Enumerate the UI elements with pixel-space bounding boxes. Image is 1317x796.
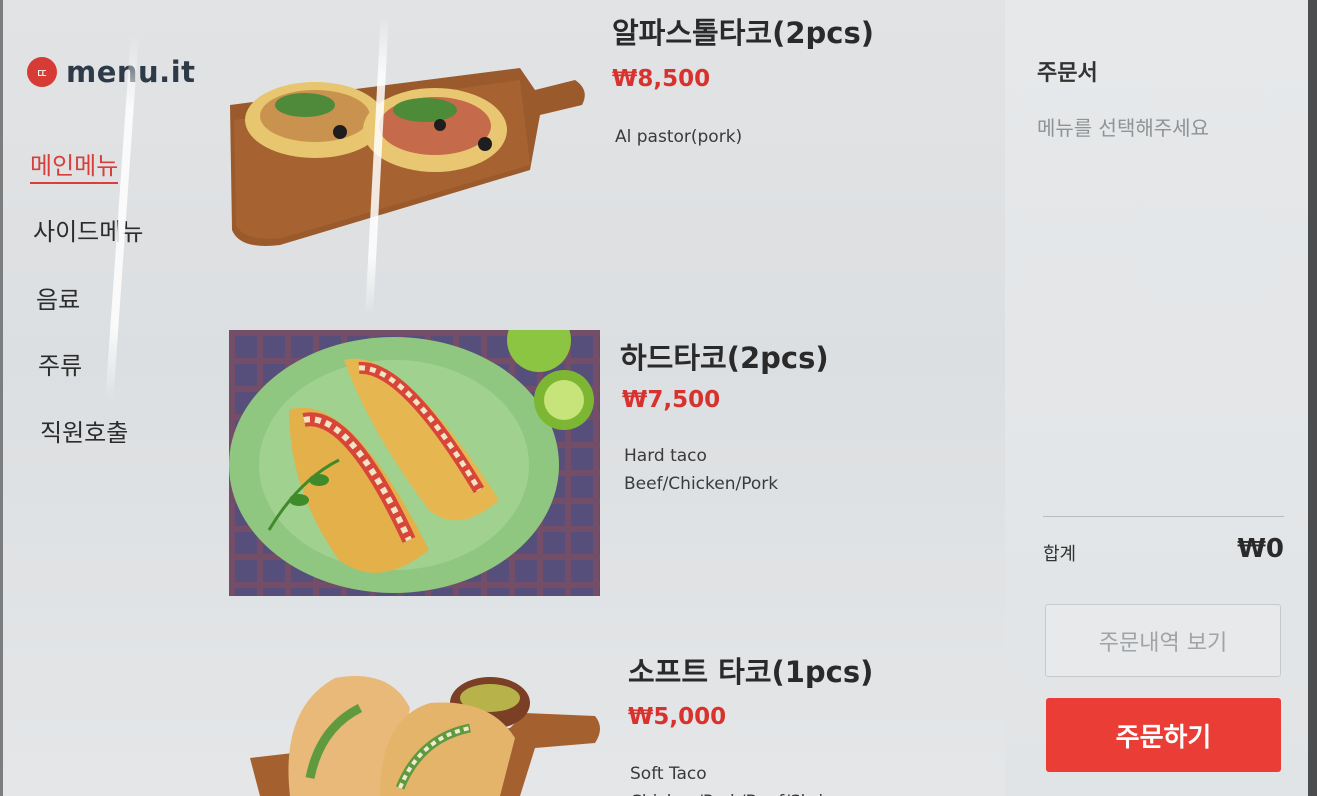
screen-bezel-right [1308, 0, 1317, 796]
order-divider [1043, 516, 1284, 517]
item-name: 소프트 타코(1pcs) [628, 655, 874, 689]
order-history-button[interactable]: 주문내역 보기 [1045, 604, 1281, 677]
item-name: 알파스톨타코(2pcs) [612, 16, 874, 50]
order-title: 주문서 [1037, 61, 1098, 86]
nav-item-main-menu[interactable]: 메인메뉴 [30, 146, 119, 184]
item-description-line: Chicken/Pork/Beef/Shrimp [630, 788, 850, 796]
logo-mark-icon: ㄸ [27, 57, 57, 87]
item-name: 하드타코(2pcs) [620, 341, 829, 375]
total-label: 합계 [1043, 544, 1077, 565]
item-description-line: Soft Taco [630, 764, 707, 784]
item-description: Al pastor(pork) [615, 123, 742, 151]
item-description-line: Al pastor(pork) [615, 127, 743, 147]
logo: ㄸ menu.it [27, 55, 196, 89]
item-price: ₩8,500 [612, 66, 711, 92]
nav-item-alcohol[interactable]: 주류 [38, 346, 82, 381]
total-value: ₩0 [1237, 534, 1284, 564]
hard-taco-image [229, 330, 600, 596]
item-description: Hard taco Beef/Chicken/Pork [624, 442, 778, 498]
item-description-line: Hard taco [624, 446, 707, 466]
item-price: ₩5,000 [628, 704, 727, 730]
order-empty-message: 메뉴를 선택해주세요 [1037, 116, 1209, 140]
item-description: Soft Taco Chicken/Pork/Beef/Shrimp [630, 760, 850, 796]
nav-item-drinks[interactable]: 음료 [36, 280, 80, 315]
order-panel: 주문서 메뉴를 선택해주세요 합계 ₩0 주문내역 보기 주문하기 [1005, 0, 1310, 796]
menu-item-card[interactable]: 소프트 타코(1pcs) ₩5,000 Soft Taco Chicken/Po… [220, 640, 1000, 796]
soft-taco-image [250, 676, 600, 796]
item-description-line: Beef/Chicken/Pork [624, 474, 779, 494]
nav-item-side-menu[interactable]: 사이드메뉴 [33, 212, 143, 247]
nav-item-staff-call[interactable]: 직원호출 [40, 413, 128, 448]
taco-board-image [230, 68, 585, 246]
place-order-button[interactable]: 주문하기 [1046, 698, 1281, 772]
menu-item-card[interactable]: 알파스톨타코(2pcs) ₩8,500 Al pastor(pork) [220, 0, 1000, 290]
sidebar: ㄸ menu.it 메인메뉴 사이드메뉴 음료 주류 직원호출 [0, 0, 200, 796]
menu-item-card[interactable]: 하드타코(2pcs) ₩7,500 Hard taco Beef/Chicken… [220, 325, 1000, 615]
item-price: ₩7,500 [622, 387, 721, 413]
